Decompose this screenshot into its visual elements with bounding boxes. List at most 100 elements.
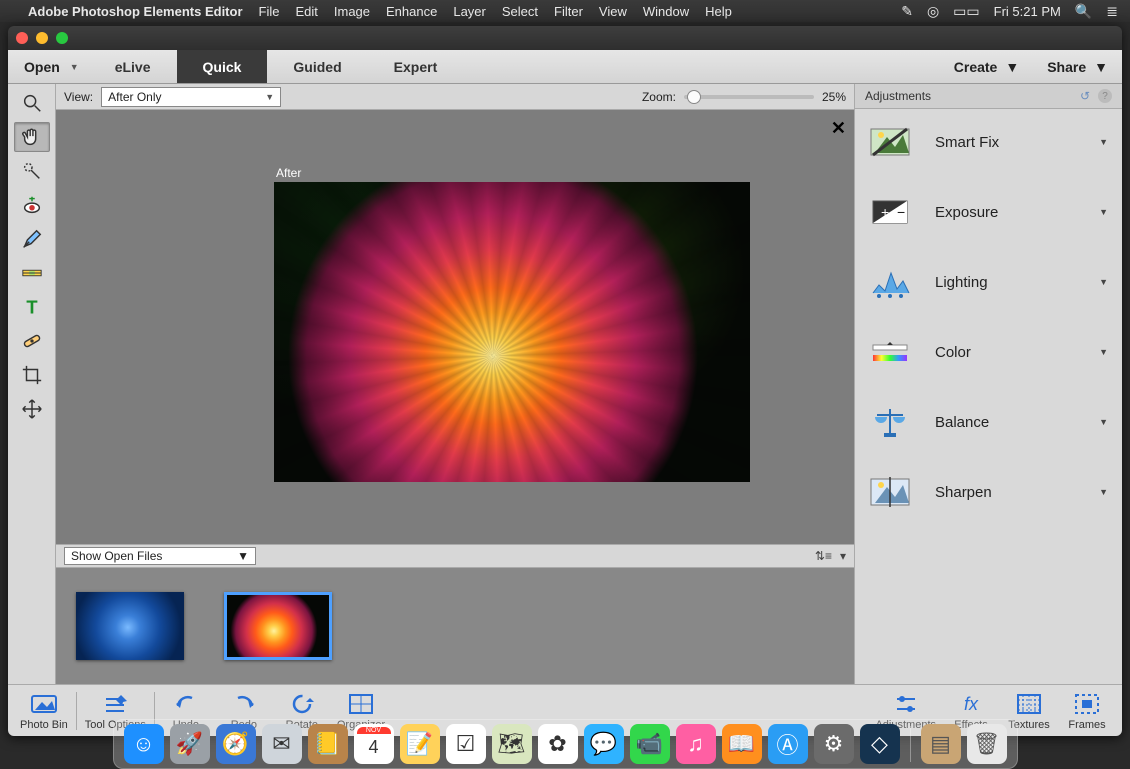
chevron-down-icon: ▼	[70, 62, 79, 72]
adjustments-header: Adjustments ↺ ?	[855, 84, 1122, 109]
dock-reminders[interactable]: ☑︎	[446, 724, 486, 764]
tab-elive[interactable]: eLive	[89, 50, 177, 83]
menu-file[interactable]: File	[259, 4, 280, 19]
zoom-slider[interactable]	[684, 95, 814, 99]
dock-maps[interactable]: 🗺	[492, 724, 532, 764]
menu-edit[interactable]: Edit	[295, 4, 317, 19]
dock-mail[interactable]: ✉︎	[262, 724, 302, 764]
menu-select[interactable]: Select	[502, 4, 538, 19]
tab-guided[interactable]: Guided	[267, 50, 367, 83]
dock-facetime[interactable]: 📹	[630, 724, 670, 764]
tab-expert[interactable]: Expert	[368, 50, 464, 83]
crop-tool[interactable]	[14, 360, 50, 390]
dock-photos[interactable]: ✿	[538, 724, 578, 764]
dock-itunes[interactable]: ♫	[676, 724, 716, 764]
svg-text:+: +	[881, 204, 889, 220]
adjust-sharpen[interactable]: Sharpen ▼	[865, 467, 1112, 517]
chevron-down-icon: ▼	[1005, 59, 1019, 75]
adjust-color[interactable]: Color ▼	[865, 327, 1112, 377]
adjust-label: Smart Fix	[935, 134, 1075, 151]
svg-text:fx: fx	[964, 694, 979, 714]
whiten-teeth-tool[interactable]	[14, 224, 50, 254]
cc-icon[interactable]: ◎	[927, 3, 939, 20]
move-tool[interactable]	[14, 394, 50, 424]
open-menu[interactable]: Open ▼	[8, 59, 89, 75]
share-menu[interactable]: Share▼	[1033, 59, 1122, 75]
menu-layer[interactable]: Layer	[453, 4, 486, 19]
menu-window[interactable]: Window	[643, 4, 689, 19]
reset-icon[interactable]: ↺	[1080, 89, 1090, 103]
spot-healing-tool[interactable]	[14, 326, 50, 356]
dock-preferences[interactable]: ⚙︎	[814, 724, 854, 764]
adjustments-panel: Adjustments ↺ ? Smart Fix ▼ +− Exposure ▼…	[854, 84, 1122, 684]
thumb-water[interactable]	[76, 592, 184, 660]
chevron-down-icon: ▼	[1094, 59, 1108, 75]
dock-ibooks[interactable]: 📖	[722, 724, 762, 764]
menu-help[interactable]: Help	[705, 4, 732, 19]
menu-view[interactable]: View	[599, 4, 627, 19]
exposure-icon: +−	[869, 193, 911, 231]
zoom-tool[interactable]	[14, 88, 50, 118]
color-icon	[869, 333, 911, 371]
help-icon[interactable]: ?	[1098, 89, 1112, 103]
thumb-flower[interactable]	[224, 592, 332, 660]
document-canvas[interactable]	[274, 182, 750, 482]
bin-menu-icon[interactable]: ▾	[840, 549, 846, 563]
dock-finder[interactable]: ☺	[124, 724, 164, 764]
displays-icon[interactable]: ▭▭	[953, 3, 979, 20]
chevron-down-icon: ▼	[237, 549, 249, 563]
type-tool[interactable]: T	[14, 292, 50, 322]
create-menu[interactable]: Create▼	[940, 59, 1033, 75]
dock-downloads[interactable]: ▤	[921, 724, 961, 764]
effects-btn-icon: fx	[957, 691, 985, 717]
menu-filter[interactable]: Filter	[554, 4, 583, 19]
dock-trash[interactable]: 🗑	[967, 724, 1007, 764]
organizer-icon	[347, 691, 375, 717]
menu-enhance[interactable]: Enhance	[386, 4, 437, 19]
quick-selection-tool[interactable]	[14, 156, 50, 186]
adjust-label: Exposure	[935, 204, 1075, 221]
straighten-tool[interactable]	[14, 258, 50, 288]
sharpen-icon	[869, 473, 911, 511]
photo-bin-icon	[30, 691, 58, 717]
adjust-balance[interactable]: Balance ▼	[865, 397, 1112, 447]
dock-calendar[interactable]: NOV4	[354, 724, 394, 764]
spotlight-icon[interactable]: 🔍	[1075, 3, 1092, 20]
zoom-window-button[interactable]	[56, 32, 68, 44]
adjustments-btn-icon	[892, 691, 920, 717]
redeye-tool[interactable]	[14, 190, 50, 220]
list-icon[interactable]: ≣	[1106, 3, 1118, 20]
pen-icon[interactable]: ✎	[901, 3, 913, 20]
tab-quick[interactable]: Quick	[177, 50, 268, 83]
chevron-down-icon: ▼	[1099, 487, 1108, 497]
flower-image	[274, 182, 750, 482]
dock-pse[interactable]: ◇	[860, 724, 900, 764]
menu-image[interactable]: Image	[334, 4, 370, 19]
lighting-icon	[869, 263, 911, 301]
hand-tool[interactable]	[14, 122, 50, 152]
app-name[interactable]: Adobe Photoshop Elements Editor	[28, 4, 243, 19]
dock-notes[interactable]: 📝	[400, 724, 440, 764]
dock-messages[interactable]: 💬	[584, 724, 624, 764]
view-mode-dropdown[interactable]: After Only ▼	[101, 87, 281, 107]
menubar-clock[interactable]: Fri 5:21 PM	[994, 4, 1061, 19]
zoom-label: Zoom:	[642, 90, 676, 104]
svg-text:−: −	[897, 204, 905, 220]
minimize-window-button[interactable]	[36, 32, 48, 44]
dock-appstore[interactable]: Ⓐ	[768, 724, 808, 764]
dock-safari[interactable]: 🧭	[216, 724, 256, 764]
textures-btn-icon	[1015, 691, 1043, 717]
canvas-after-label: After	[276, 166, 301, 180]
dock-contacts[interactable]: 📒	[308, 724, 348, 764]
adjust-lighting[interactable]: Lighting ▼	[865, 257, 1112, 307]
dock-launchpad[interactable]: 🚀	[170, 724, 210, 764]
pse-window: Open ▼ eLive Quick Guided Expert Create▼…	[8, 26, 1122, 736]
zoom-slider-knob[interactable]	[687, 90, 701, 104]
close-document-button[interactable]: ✕	[831, 118, 846, 139]
bin-mode-dropdown[interactable]: Show Open Files ▼	[64, 547, 256, 565]
adjust-smart-fix[interactable]: Smart Fix ▼	[865, 117, 1112, 167]
bin-sort-icon[interactable]: ⇅≡	[815, 549, 832, 563]
close-window-button[interactable]	[16, 32, 28, 44]
adjust-exposure[interactable]: +− Exposure ▼	[865, 187, 1112, 237]
chevron-down-icon: ▼	[1099, 277, 1108, 287]
